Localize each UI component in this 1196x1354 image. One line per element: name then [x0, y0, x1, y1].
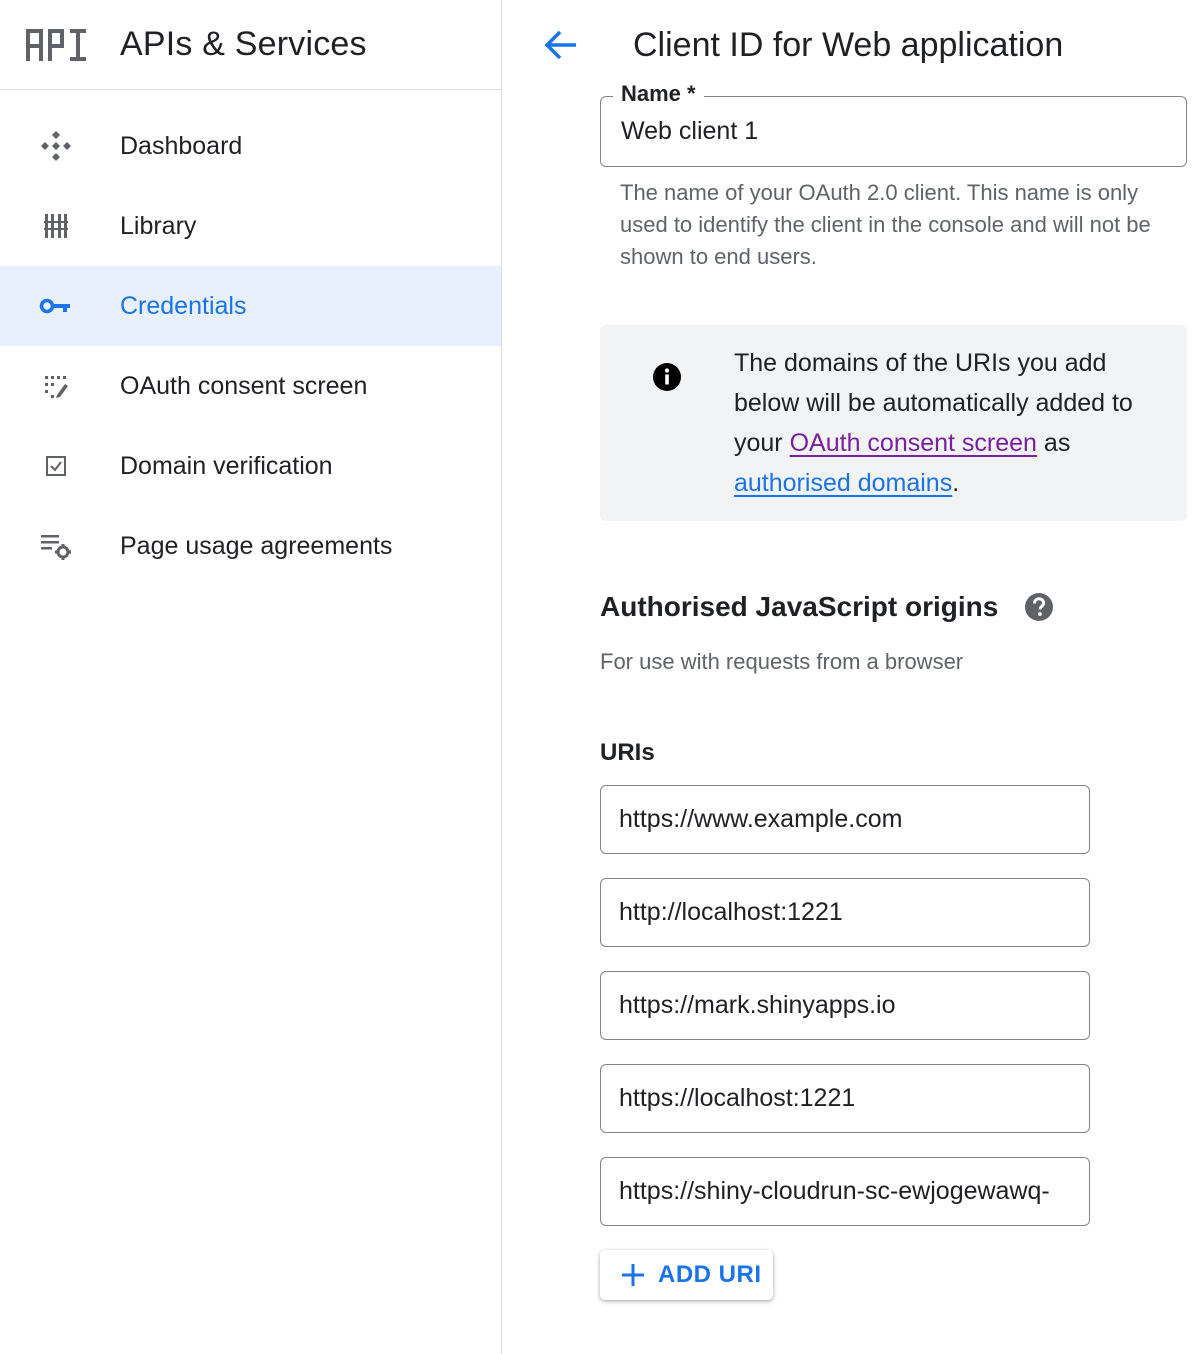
info-box: The domains of the URIs you add below wi…: [600, 325, 1187, 521]
main-panel: Client ID for Web application Name * The…: [503, 0, 1196, 1354]
uri-input[interactable]: [601, 879, 1089, 946]
info-text-part: as: [1036, 429, 1071, 457]
uri-input[interactable]: [601, 786, 1089, 853]
sidebar-item-label: Credentials: [120, 291, 247, 320]
checkbox-icon: [38, 448, 74, 484]
uris-label: URIs: [600, 739, 655, 766]
name-input[interactable]: [601, 97, 1186, 166]
sidebar-header: APIs & Services: [0, 0, 501, 90]
arrow-left-icon: [544, 30, 576, 60]
library-icon: [38, 208, 74, 244]
sidebar-item-dashboard[interactable]: Dashboard: [0, 106, 501, 186]
uri-list: [600, 785, 1190, 1226]
add-uri-label: ADD URI: [658, 1261, 762, 1288]
sidebar-item-label: OAuth consent screen: [120, 371, 368, 400]
sidebar-title: APIs & Services: [120, 25, 367, 63]
sidebar-item-library[interactable]: Library: [0, 186, 501, 266]
authorised-domains-link[interactable]: authorised domains: [734, 469, 952, 497]
sidebar-nav: Dashboard Library Credentials OAuth cons…: [0, 90, 501, 586]
name-field-label: Name *: [613, 81, 704, 107]
client-form: Name * The name of your OAuth 2.0 client…: [600, 81, 1190, 1300]
origins-subtitle: For use with requests from a browser: [600, 649, 964, 674]
uri-field[interactable]: [600, 971, 1090, 1040]
info-icon: [653, 363, 681, 391]
page-title: Client ID for Web application: [633, 25, 1064, 64]
back-button[interactable]: [541, 25, 581, 65]
sidebar-item-label: Domain verification: [120, 451, 333, 480]
list-settings-icon: [38, 528, 74, 564]
uri-field[interactable]: [600, 878, 1090, 947]
origins-title: Authorised JavaScript origins: [600, 591, 999, 622]
uri-input[interactable]: [601, 972, 1089, 1039]
sidebar-item-label: Dashboard: [120, 131, 243, 160]
origins-section-title: Authorised JavaScript origins: [600, 591, 1190, 623]
help-icon[interactable]: [1024, 592, 1054, 622]
main-header: Client ID for Web application: [503, 0, 1196, 90]
uri-field[interactable]: [600, 785, 1090, 854]
sidebar-item-credentials[interactable]: Credentials: [0, 266, 501, 346]
api-logo-icon: [26, 28, 86, 61]
oauth-consent-link[interactable]: OAuth consent screen: [790, 429, 1037, 457]
sidebar: APIs & Services Dashboard Library Creden…: [0, 0, 502, 1354]
info-text-part: .: [952, 469, 960, 497]
name-field[interactable]: Name *: [600, 81, 1187, 167]
uri-field[interactable]: [600, 1157, 1090, 1226]
add-uri-button[interactable]: ADD URI: [600, 1250, 773, 1300]
name-hint: The name of your OAuth 2.0 client. This …: [620, 180, 1151, 269]
sidebar-item-page-usage[interactable]: Page usage agreements: [0, 506, 501, 586]
plus-icon: [622, 1264, 644, 1286]
uri-input[interactable]: [601, 1065, 1089, 1132]
consent-icon: [38, 368, 74, 404]
api-logo[interactable]: [24, 27, 88, 63]
uri-input[interactable]: [601, 1158, 1089, 1225]
sidebar-item-oauth-consent[interactable]: OAuth consent screen: [0, 346, 501, 426]
sidebar-item-label: Page usage agreements: [120, 531, 393, 560]
sidebar-item-label: Library: [120, 211, 197, 240]
key-icon: [38, 288, 74, 324]
sidebar-item-domain-verification[interactable]: Domain verification: [0, 426, 501, 506]
dashboard-icon: [38, 128, 74, 164]
uri-field[interactable]: [600, 1064, 1090, 1133]
info-text: The domains of the URIs you add below wi…: [734, 343, 1164, 503]
